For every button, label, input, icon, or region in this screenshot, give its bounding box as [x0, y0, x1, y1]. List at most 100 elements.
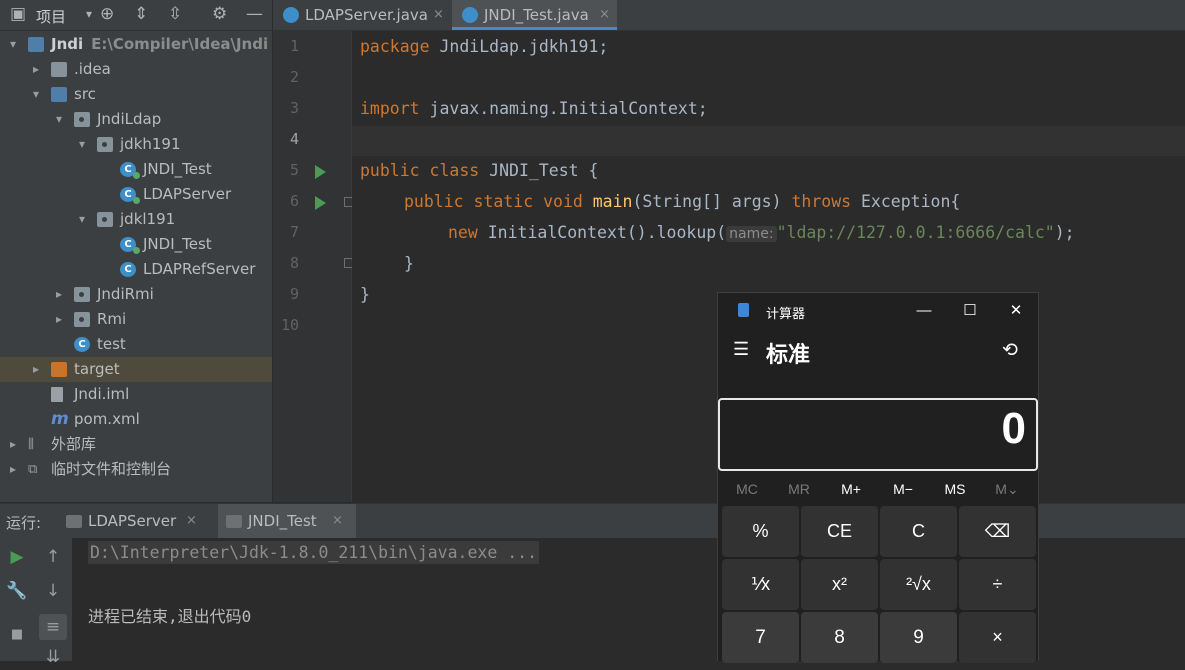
chevron-right-icon[interactable]: ▸ — [29, 357, 43, 382]
maven-icon: m — [51, 409, 69, 429]
java-class-icon — [462, 7, 478, 23]
chevron-down-icon[interactable]: ▾ — [75, 132, 89, 157]
tree-item-jndi-iml[interactable]: Jndi.iml — [0, 382, 272, 407]
code-line-3: import javax.naming.InitialContext; — [360, 99, 708, 118]
tree-item-jndi[interactable]: ▾ Jndi E:\Compiler\Idea\Jndi — [0, 32, 272, 57]
rerun-icon[interactable]: ▶ — [3, 544, 31, 570]
chevron-right-icon[interactable]: ▸ — [52, 282, 66, 307]
run-gutter-icon[interactable] — [315, 165, 326, 179]
project-panel-title[interactable]: 项目 — [36, 6, 66, 27]
tree-item-pom-xml[interactable]: m pom.xml — [0, 407, 272, 432]
tree-item-label: test — [97, 335, 126, 353]
tree-item-label: 外部库 — [51, 435, 97, 453]
run-gutter-icon[interactable] — [315, 196, 326, 210]
percent-button[interactable]: % — [722, 506, 799, 557]
close-icon[interactable]: × — [599, 0, 610, 30]
tree-item-jdkh191[interactable]: ▾ jdkh191 — [0, 132, 272, 157]
tree-item-jndi-test[interactable]: C JNDI_Test — [0, 157, 272, 182]
chevron-down-icon[interactable]: ▾ — [75, 207, 89, 232]
memory-list-button[interactable]: M⌄ — [981, 481, 1033, 498]
tree-item-ldaprefserver[interactable]: C LDAPRefServer — [0, 257, 272, 282]
close-button[interactable]: ✕ — [1001, 299, 1031, 323]
tree-item-target[interactable]: ▸ target — [0, 357, 272, 382]
line-number: 1 — [289, 37, 299, 55]
java-class-icon — [283, 7, 299, 23]
stop-icon[interactable]: ■ — [3, 622, 31, 648]
close-icon[interactable]: × — [433, 0, 444, 30]
chevron-right-icon[interactable]: ▸ — [52, 307, 66, 332]
view-dropdown-icon[interactable]: ▾ — [86, 4, 92, 24]
clear-button[interactable]: C — [880, 506, 957, 557]
square-root-button[interactable]: ²√x — [880, 559, 957, 610]
tree-item-label: JNDI_Test — [143, 235, 212, 253]
tree-item-jndildap[interactable]: ▾ JndiLdap — [0, 107, 272, 132]
close-icon[interactable]: × — [186, 504, 197, 538]
tab-ldapserver[interactable]: LDAPServer.java × — [273, 0, 451, 30]
tree-item-临时文件和控制台[interactable]: ▸ ⧉ 临时文件和控制台 — [0, 457, 272, 482]
tree-item-label: jdkl191 — [120, 210, 176, 228]
digit-8-button[interactable]: 8 — [801, 612, 878, 663]
memory-recall-button[interactable]: MR — [773, 481, 825, 497]
tree-item-test[interactable]: Ctest — [0, 332, 272, 357]
calculator-window[interactable]: 计算器 — ☐ ✕ ☰ 标准 ⟲ 0 MC MR M+ M− MS M⌄% CE C ⌫ ⅟x x²… — [717, 292, 1039, 663]
calculator-app-icon — [738, 303, 749, 317]
project-panel-header: ▣ 项目 ▾ ⊕ ⇕ ⇳ ⚙ — — [0, 0, 272, 31]
expand-all-icon[interactable]: ⇕ — [134, 4, 148, 24]
close-icon[interactable]: × — [332, 504, 343, 538]
tree-item-jndi-test[interactable]: C JNDI_Test — [0, 232, 272, 257]
wrench-icon[interactable]: 🔧 — [3, 578, 31, 604]
chevron-right-icon[interactable]: ▸ — [29, 57, 43, 82]
scroll-down-icon[interactable]: ↓ — [39, 578, 67, 604]
hamburger-menu-icon[interactable]: ☰ — [733, 339, 749, 360]
multiply-button[interactable]: × — [959, 612, 1036, 663]
package-icon — [74, 312, 90, 327]
digit-9-button[interactable]: 9 — [880, 612, 957, 663]
backspace-button[interactable]: ⌫ — [959, 506, 1036, 557]
parameter-hint: name: — [726, 226, 777, 242]
run-tab-ldapserver[interactable]: LDAPServer × — [58, 504, 210, 538]
tree-item--idea[interactable]: ▸ .idea — [0, 57, 272, 82]
editor-gutter[interactable]: 1 2 3 4 5 6 7 8 9 10 — [273, 31, 354, 502]
chevron-right-icon[interactable]: ▸ — [6, 457, 20, 482]
chevron-down-icon[interactable]: ▾ — [6, 32, 20, 57]
java-class-icon: C — [120, 162, 140, 179]
java-class-icon: C — [120, 187, 140, 204]
square-button[interactable]: x² — [801, 559, 878, 610]
tree-item-jdkl191[interactable]: ▾ jdkl191 — [0, 207, 272, 232]
tree-item-外部库[interactable]: ▸ ⫼ 外部库 — [0, 432, 272, 457]
digit-7-button[interactable]: 7 — [722, 612, 799, 663]
minimize-button[interactable]: — — [909, 299, 939, 323]
locate-file-icon[interactable]: ⊕ — [100, 4, 114, 24]
maximize-button[interactable]: ☐ — [955, 299, 985, 323]
code-line-6: public static void main(String[] args) t… — [404, 192, 961, 211]
scroll-to-end-icon[interactable]: ⇊ — [39, 644, 67, 670]
collapse-all-icon[interactable]: ⇳ — [168, 4, 182, 24]
reciprocal-button[interactable]: ⅟x — [722, 559, 799, 610]
scratches-icon: ⧉ — [28, 462, 38, 477]
gear-icon[interactable]: ⚙ — [212, 4, 227, 24]
tree-item-rmi[interactable]: ▸ Rmi — [0, 307, 272, 332]
divide-button[interactable]: ÷ — [959, 559, 1036, 610]
hide-panel-icon[interactable]: — — [246, 4, 263, 24]
code-line-1: package JndiLdap.jdkh191; — [360, 37, 609, 56]
memory-clear-button[interactable]: MC — [721, 481, 773, 497]
clear-entry-button[interactable]: CE — [801, 506, 878, 557]
tree-item-src[interactable]: ▾ src — [0, 82, 272, 107]
chevron-down-icon[interactable]: ▾ — [52, 107, 66, 132]
java-class-icon: C — [74, 337, 90, 352]
memory-subtract-button[interactable]: M− — [877, 481, 929, 497]
project-path: E:\Compiler\Idea\Jndi — [91, 35, 269, 53]
soft-wrap-icon[interactable]: ≡ — [39, 614, 67, 640]
package-icon — [97, 212, 113, 227]
memory-add-button[interactable]: M+ — [825, 481, 877, 497]
run-tab-jndi-test[interactable]: JNDI_Test × — [218, 504, 356, 538]
history-icon[interactable]: ⟲ — [1002, 339, 1018, 362]
scroll-up-icon[interactable]: ↑ — [39, 544, 67, 570]
current-line-highlight — [352, 126, 1185, 156]
tree-item-ldapserver[interactable]: C LDAPServer — [0, 182, 272, 207]
memory-store-button[interactable]: MS — [929, 481, 981, 497]
chevron-right-icon[interactable]: ▸ — [6, 432, 20, 457]
chevron-down-icon[interactable]: ▾ — [29, 82, 43, 107]
tab-jndi-test[interactable]: JNDI_Test.java × — [452, 0, 617, 30]
tree-item-jndirmi[interactable]: ▸ JndiRmi — [0, 282, 272, 307]
